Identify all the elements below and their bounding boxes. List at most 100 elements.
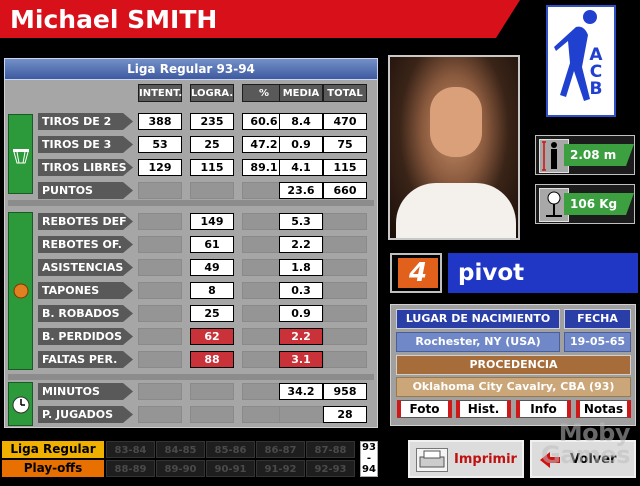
basket-icon <box>8 114 33 194</box>
stat-row-label: TIROS DE 3 <box>38 136 133 153</box>
stat-cell: 25 <box>190 136 234 153</box>
season-button[interactable]: 87-88 <box>306 441 355 458</box>
logo-text: ACB <box>589 45 603 99</box>
stat-cell: 0.9 <box>279 305 323 322</box>
date-value: 19-05-65 <box>564 332 631 352</box>
empty-cell <box>323 259 367 276</box>
empty-cell <box>323 328 367 345</box>
empty-cell <box>138 236 182 253</box>
birthplace-label: LUGAR DE NACIMIENTO <box>396 309 560 329</box>
stat-row-label: TIROS LIBRES <box>38 159 133 176</box>
tab-notas[interactable]: Notas <box>576 400 631 418</box>
season-year-sep: - <box>366 453 372 464</box>
stat-cell: 25 <box>190 305 234 322</box>
season-button[interactable]: 88-89 <box>106 460 155 477</box>
origin-value: Oklahoma City Cavalry, CBA (93) <box>396 377 631 397</box>
section-divider <box>8 200 374 206</box>
empty-cell <box>190 383 234 400</box>
empty-cell <box>138 182 182 199</box>
season-year-top: 93 <box>362 442 376 453</box>
tab-info[interactable]: Info <box>516 400 571 418</box>
tab-hist[interactable]: Hist. <box>456 400 511 418</box>
height-value: 2.08 m <box>564 144 634 166</box>
season-button[interactable]: 90-91 <box>206 460 255 477</box>
height-box: 2.08 m <box>535 135 635 175</box>
empty-cell <box>138 282 182 299</box>
clock-icon <box>8 382 33 426</box>
stat-cell: 388 <box>138 113 182 130</box>
season-year-bottom: 94 <box>362 464 376 475</box>
origin-label: PROCEDENCIA <box>396 355 631 375</box>
stat-row-label: REBOTES OF. <box>38 236 133 253</box>
empty-cell <box>138 305 182 322</box>
position-label: pivot <box>448 253 638 293</box>
season-button[interactable]: 89-90 <box>156 460 205 477</box>
column-header: TOTAL <box>323 84 367 102</box>
stat-row-label: FALTAS PER. <box>38 351 133 368</box>
column-header: INTENT. <box>138 84 182 102</box>
stat-row-label: B. PERDIDOS <box>38 328 133 345</box>
regular-season-button[interactable]: Liga Regular <box>2 441 104 458</box>
season-button[interactable]: 92-93 <box>306 460 355 477</box>
stat-row-label: ASISTENCIAS <box>38 259 133 276</box>
current-season: 93 - 94 <box>360 441 378 477</box>
weight-value: 106 Kg <box>564 193 634 215</box>
empty-cell <box>323 282 367 299</box>
stat-cell: 958 <box>323 383 367 400</box>
season-button[interactable]: 86-87 <box>256 441 305 458</box>
stat-cell: 8.4 <box>279 113 323 130</box>
tab-foto[interactable]: Foto <box>397 400 452 418</box>
column-header: LOGRA. <box>190 84 234 102</box>
stat-cell: 23.6 <box>279 182 323 199</box>
printer-icon <box>416 448 448 472</box>
stat-cell: 62 <box>190 328 234 345</box>
stat-cell: 49 <box>190 259 234 276</box>
season-button[interactable]: 85-86 <box>206 441 255 458</box>
empty-cell <box>138 383 182 400</box>
stat-cell: 61 <box>190 236 234 253</box>
stat-cell: 2.2 <box>279 328 323 345</box>
season-button[interactable]: 83-84 <box>106 441 155 458</box>
print-button[interactable]: Imprimir <box>408 440 524 478</box>
stat-cell: 149 <box>190 213 234 230</box>
season-button[interactable]: 91-92 <box>256 460 305 477</box>
player-photo <box>388 55 520 240</box>
stat-row-label: REBOTES DEF <box>38 213 133 230</box>
birthplace-value: Rochester, NY (USA) <box>396 332 560 352</box>
stat-cell: 1.8 <box>279 259 323 276</box>
stat-cell: 53 <box>138 136 182 153</box>
stat-cell: 28 <box>323 406 367 423</box>
stat-cell: 5.3 <box>279 213 323 230</box>
stat-cell: 3.1 <box>279 351 323 368</box>
empty-cell <box>323 351 367 368</box>
season-button[interactable]: 84-85 <box>156 441 205 458</box>
empty-cell <box>138 406 182 423</box>
face-shape <box>430 87 482 157</box>
stat-row-label: B. ROBADOS <box>38 305 133 322</box>
stat-cell: 2.2 <box>279 236 323 253</box>
empty-cell <box>323 213 367 230</box>
stat-row-label: TIROS DE 2 <box>38 113 133 130</box>
weight-box: 106 Kg <box>535 184 635 224</box>
jersey-number-box: 4 <box>390 253 442 293</box>
empty-cell <box>190 182 234 199</box>
acb-logo: ACB <box>546 5 616 117</box>
empty-cell <box>138 213 182 230</box>
stat-cell: 115 <box>190 159 234 176</box>
empty-cell <box>138 328 182 345</box>
player-name: Michael SMITH <box>0 0 520 38</box>
stat-cell: 235 <box>190 113 234 130</box>
date-label: FECHA <box>564 309 631 329</box>
empty-cell <box>190 406 234 423</box>
empty-cell <box>138 259 182 276</box>
stat-row-label: P. JUGADOS <box>38 406 133 423</box>
stat-cell: 0.3 <box>279 282 323 299</box>
playoffs-button[interactable]: Play-offs <box>2 460 104 477</box>
stats-title: Liga Regular 93-94 <box>4 58 378 80</box>
stat-cell: 75 <box>323 136 367 153</box>
stat-row-label: PUNTOS <box>38 182 133 199</box>
empty-cell <box>138 351 182 368</box>
stat-cell: 8 <box>190 282 234 299</box>
watermark: Moby Games <box>541 419 630 469</box>
empty-cell <box>323 305 367 322</box>
